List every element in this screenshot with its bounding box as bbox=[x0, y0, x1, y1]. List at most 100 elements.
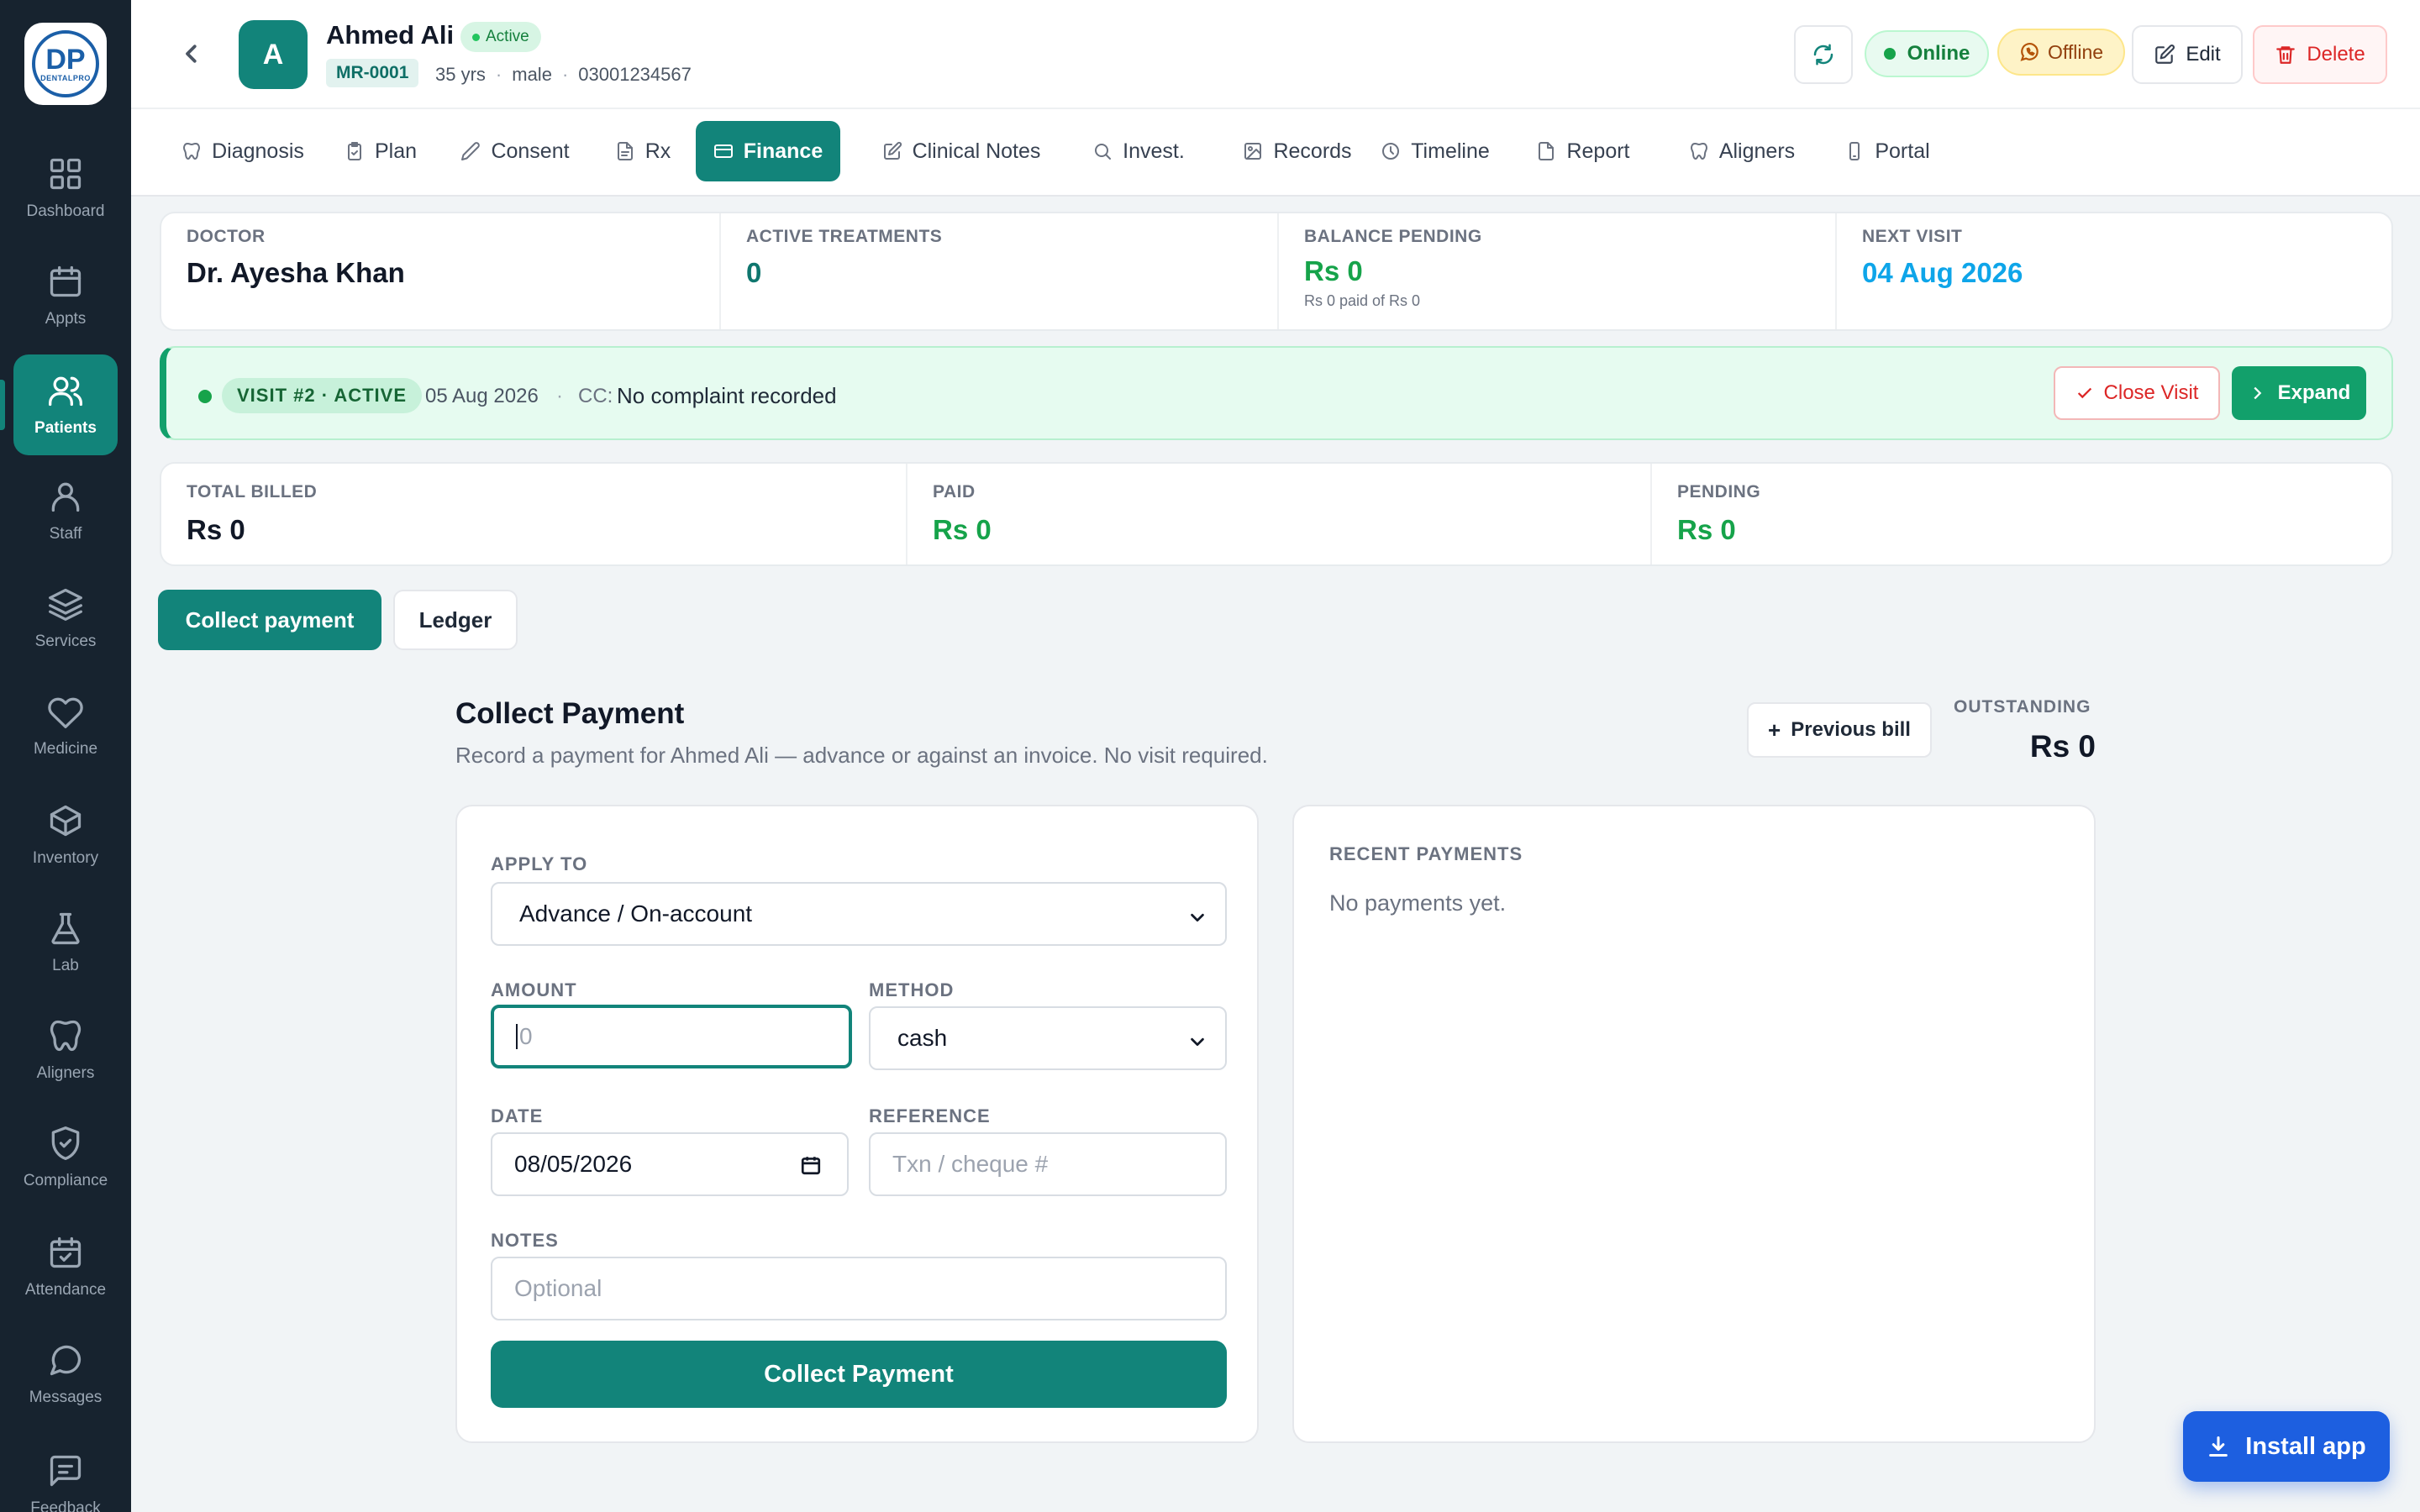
sidebar-item-staff[interactable]: Staff bbox=[13, 460, 118, 561]
tab-diagnosis[interactable]: Diagnosis bbox=[173, 121, 313, 181]
stat-label: PENDING bbox=[1677, 482, 1761, 501]
stat-label: PAID bbox=[933, 482, 976, 501]
visit-status-dot-icon bbox=[198, 390, 212, 403]
sidebar-item-dashboard[interactable]: Dashboard bbox=[13, 138, 118, 239]
whatsapp-icon bbox=[2020, 43, 2039, 61]
tab-label: Rx bbox=[644, 139, 671, 163]
app-logo[interactable]: DP DENTALPRO bbox=[24, 23, 107, 105]
visit-separator: · bbox=[556, 385, 563, 407]
active-visit-banner: VISIT #2 · ACTIVE 05 Aug 2026 · CC: No c… bbox=[160, 346, 2393, 440]
patient-gender: male bbox=[512, 64, 552, 85]
method-value: cash bbox=[897, 1025, 948, 1051]
expand-visit-button[interactable]: Expand bbox=[2232, 366, 2366, 420]
collect-payment-subtab[interactable]: Collect payment bbox=[158, 590, 381, 650]
sidebar-item-patients[interactable]: Patients bbox=[13, 354, 118, 455]
logo-text: DENTALPRO bbox=[40, 74, 91, 82]
sidebar-item-feedback[interactable]: Feedback bbox=[13, 1435, 118, 1512]
recent-payments-empty: No payments yet. bbox=[1329, 890, 1507, 916]
paid-stat: PAID Rs 0 bbox=[906, 464, 1650, 564]
active-treatments-stat: ACTIVE TREATMENTS 0 bbox=[719, 213, 1277, 329]
whatsapp-status-pill[interactable]: Offline bbox=[1997, 29, 2125, 76]
tab-portal[interactable]: Portal bbox=[1813, 121, 1961, 181]
tab-investigations[interactable]: Invest. bbox=[1065, 121, 1212, 181]
previous-bill-button[interactable]: + Previous bill bbox=[1747, 702, 1932, 758]
chevron-right-icon bbox=[2254, 386, 2261, 400]
date-input[interactable]: 08/05/2026 bbox=[491, 1132, 849, 1196]
tooth-icon bbox=[50, 1020, 82, 1052]
stat-label: BALANCE PENDING bbox=[1304, 227, 1482, 246]
notes-input[interactable]: Optional bbox=[491, 1257, 1227, 1320]
sidebar-item-inventory[interactable]: Inventory bbox=[13, 785, 118, 885]
search-icon bbox=[1095, 144, 1112, 160]
edit-patient-button[interactable]: Edit bbox=[2132, 25, 2243, 84]
method-label: METHOD bbox=[869, 979, 955, 1000]
expand-label: Expand bbox=[2277, 381, 2351, 404]
edit-icon bbox=[883, 141, 902, 160]
smartphone-icon bbox=[1849, 142, 1860, 160]
sidebar-item-aligners[interactable]: Aligners bbox=[13, 1000, 118, 1100]
close-visit-button[interactable]: Close Visit bbox=[2054, 366, 2220, 420]
balance-pending-value: Rs 0 bbox=[1304, 255, 1363, 286]
tab-rx[interactable]: Rx bbox=[607, 121, 679, 181]
ledger-subtab[interactable]: Ledger bbox=[393, 590, 518, 650]
chief-complaint-text: No complaint recorded bbox=[617, 383, 837, 408]
back-button[interactable] bbox=[175, 35, 208, 72]
tooth-icon bbox=[183, 143, 201, 160]
recent-payments-label: RECENT PAYMENTS bbox=[1329, 843, 1523, 864]
patient-tabs: Diagnosis Plan Consent Rx Finance Clinic… bbox=[131, 108, 2420, 197]
tab-finance[interactable]: Finance bbox=[696, 121, 840, 181]
calendar-icon[interactable] bbox=[800, 1154, 822, 1176]
tab-clinical-notes[interactable]: Clinical Notes bbox=[859, 121, 1064, 181]
sidebar-item-services[interactable]: Services bbox=[13, 568, 118, 669]
reference-label: REFERENCE bbox=[869, 1105, 991, 1126]
patient-status-badge: Active bbox=[460, 22, 541, 52]
offline-label: Offline bbox=[2047, 40, 2104, 63]
sidebar-item-appts[interactable]: Appts bbox=[13, 245, 118, 346]
active-nav-indicator bbox=[0, 380, 5, 430]
sidebar-item-label: Messages bbox=[29, 1389, 103, 1406]
clipboard-icon bbox=[347, 142, 361, 160]
install-app-button[interactable]: Install app bbox=[2183, 1411, 2390, 1482]
tab-consent[interactable]: Consent bbox=[452, 121, 578, 181]
logo-badge: DP DENTALPRO bbox=[32, 30, 99, 97]
flask-icon bbox=[51, 912, 80, 945]
grid-icon bbox=[50, 158, 82, 190]
user-icon bbox=[51, 482, 80, 512]
install-app-label: Install app bbox=[2245, 1432, 2366, 1460]
amount-placeholder: 0 bbox=[519, 1023, 533, 1049]
sidebar-item-label: Attendance bbox=[24, 1281, 107, 1299]
reference-placeholder: Txn / cheque # bbox=[892, 1151, 1049, 1177]
patient-avatar: A bbox=[239, 20, 308, 89]
notes-label: NOTES bbox=[491, 1230, 559, 1251]
recent-payments-card: RECENT PAYMENTS No payments yet. bbox=[1292, 805, 2096, 1443]
tab-aligners[interactable]: Aligners bbox=[1652, 121, 1832, 181]
sidebar-item-medicine[interactable]: Medicine bbox=[13, 675, 118, 776]
close-visit-label: Close Visit bbox=[2103, 381, 2199, 404]
date-label: DATE bbox=[491, 1105, 544, 1126]
previous-bill-label: Previous bill bbox=[1791, 718, 1911, 741]
reference-input[interactable]: Txn / cheque # bbox=[869, 1132, 1227, 1196]
method-select[interactable]: cash bbox=[869, 1006, 1227, 1070]
apply-to-select[interactable]: Advance / On-account bbox=[491, 882, 1227, 946]
delete-patient-button[interactable]: Delete bbox=[2253, 25, 2387, 84]
sidebar-item-lab[interactable]: Lab bbox=[13, 892, 118, 993]
sync-button[interactable] bbox=[1794, 25, 1853, 84]
online-status-pill[interactable]: Online bbox=[1865, 30, 1989, 77]
sidebar-item-attendance[interactable]: Attendance bbox=[13, 1216, 118, 1317]
sidebar-item-label: Medicine bbox=[33, 740, 98, 758]
amount-input[interactable]: 0 bbox=[491, 1005, 852, 1068]
sidebar-item-compliance[interactable]: Compliance bbox=[13, 1107, 118, 1208]
tab-plan[interactable]: Plan bbox=[336, 121, 425, 181]
plus-icon: + bbox=[1768, 717, 1781, 743]
stat-label: NEXT VISIT bbox=[1862, 227, 1963, 246]
outstanding-value: Rs 0 bbox=[2029, 729, 2096, 764]
tab-label: Timeline bbox=[1411, 139, 1490, 163]
pending-value: Rs 0 bbox=[1677, 514, 1736, 545]
sidebar-item-messages[interactable]: Messages bbox=[13, 1324, 118, 1425]
collect-payment-button[interactable]: Collect Payment bbox=[491, 1341, 1227, 1408]
sidebar-item-label: Staff bbox=[49, 525, 82, 543]
text-cursor bbox=[516, 1024, 518, 1049]
tab-report[interactable]: Report bbox=[1504, 121, 1662, 181]
online-dot-icon bbox=[1883, 48, 1896, 60]
tab-timeline[interactable]: Timeline bbox=[1346, 121, 1524, 181]
